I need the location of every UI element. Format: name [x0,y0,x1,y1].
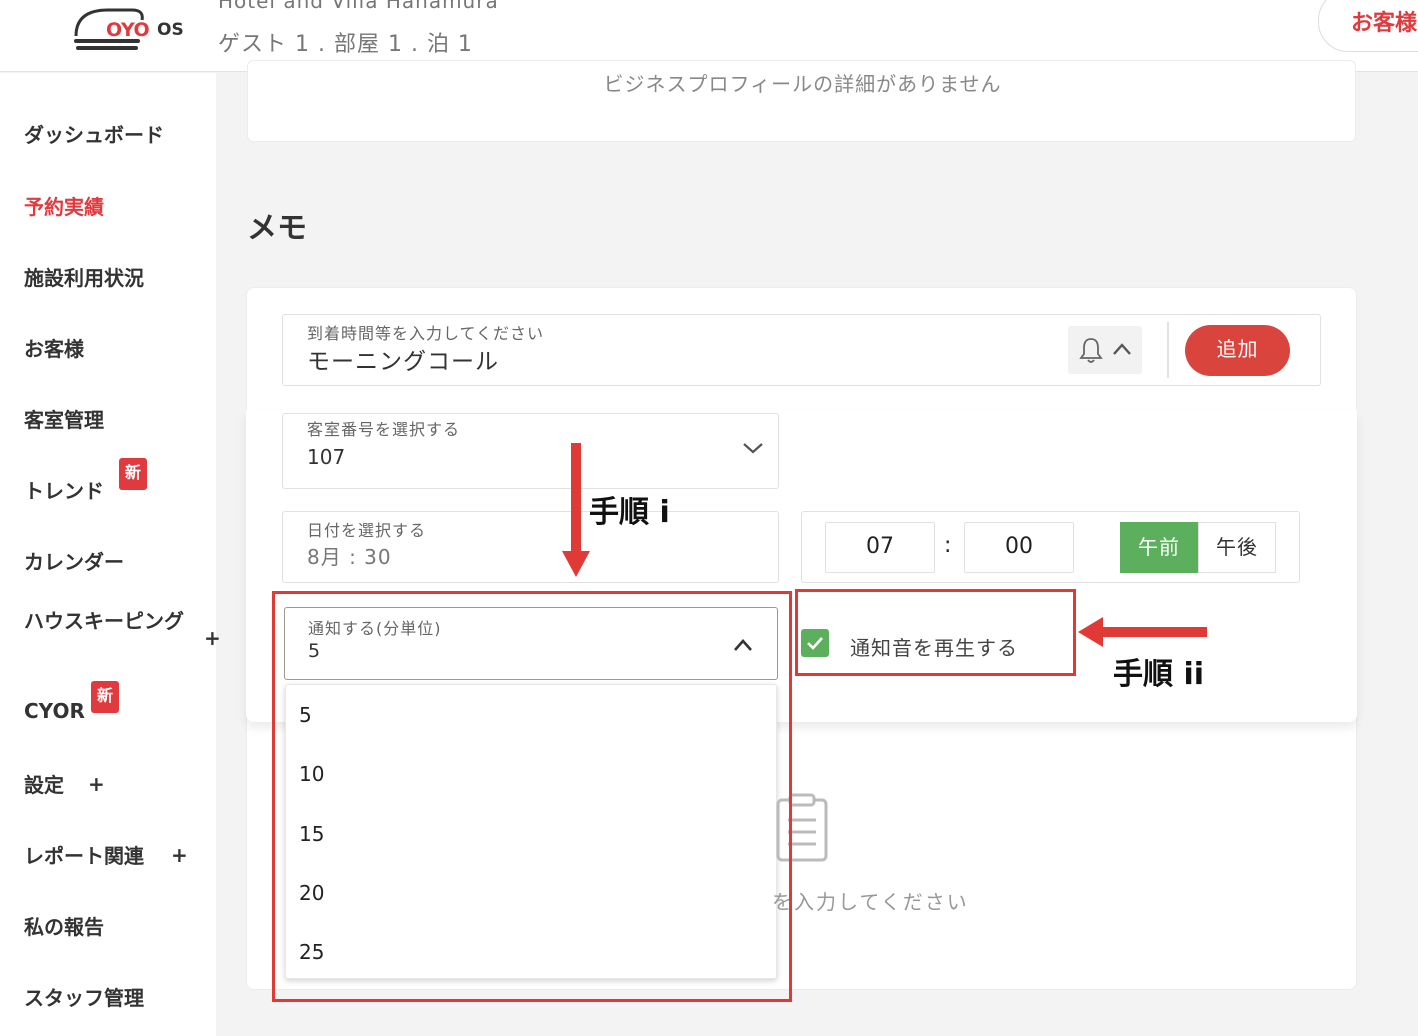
sidebar-item-my-report[interactable]: 私の報告 [24,911,104,940]
sidebar-item-cyor[interactable]: CYOR [24,699,85,723]
sidebar-item-reports[interactable]: レポート関連 [24,840,144,869]
date-select-label: 日付を選択する [307,521,427,540]
pm-toggle[interactable]: 午後 [1198,522,1276,573]
minute-input[interactable]: 00 [964,522,1074,573]
sidebar-item-housekeeping[interactable]: ハウスキーピング [24,606,184,637]
room-select[interactable]: 客室番号を選択する 107 [282,413,779,489]
date-select[interactable]: 日付を選択する 8月 : 30 [282,511,779,583]
memo-title: メモ [247,211,307,246]
oyo-os-logo[interactable]: OYO OS [72,6,192,54]
sidebar-item-rooms[interactable]: 客室管理 [24,404,104,433]
business-profile-card: ビジネスプロフィールの詳細がありません [247,60,1356,142]
sidebar-item-calendar[interactable]: カレンダー [24,546,124,575]
expand-reports-icon[interactable]: + [171,843,188,867]
memo-input[interactable]: 到着時間等を入力してください モーニングコール [282,314,1321,386]
sidebar-item-reservations[interactable]: 予約実績 [24,191,104,220]
memo-empty-text: を入力してください [772,890,969,914]
hotel-name: Hotel and Villa Hanamura [218,0,499,13]
new-badge: 新 [91,681,119,713]
bell-icon [1079,338,1103,363]
arrow-left-icon [1078,617,1207,647]
memo-input-value: モーニングコール [307,349,499,375]
sidebar-item-trends[interactable]: トレンド [24,475,104,504]
booking-summary: ゲスト 1 . 部屋 1 . 泊 1 [218,32,473,57]
new-badge: 新 [119,458,147,490]
chevron-down-icon[interactable] [741,440,765,456]
reminder-toggle[interactable] [1068,326,1142,374]
business-profile-empty-text: ビジネスプロフィールの詳細がありません [603,72,1002,96]
step2-highlight-box [795,589,1076,676]
room-select-value: 107 [307,445,346,469]
sidebar-item-dashboard[interactable]: ダッシュボード [24,119,164,148]
time-separator: : [944,533,952,558]
hour-input[interactable]: 07 [825,522,935,573]
logo-suffix-text: OS [157,20,184,40]
room-select-label: 客室番号を選択する [307,420,461,439]
step2-label: 手順 ii [1113,657,1205,692]
memo-input-label: 到着時間等を入力してください [307,324,545,343]
step1-highlight-box [272,591,792,1002]
divider [1167,322,1169,378]
chevron-up-icon [1113,343,1131,355]
sidebar-item-guests[interactable]: お客様 [24,333,84,362]
sidebar-item-settings[interactable]: 設定 [24,769,64,798]
guest-button[interactable]: お客様 [1318,0,1418,52]
logo-brand-text: OYO [106,19,150,41]
date-select-value: 8月 : 30 [307,545,392,569]
expand-settings-icon[interactable]: + [88,772,105,796]
step1-label: 手順 i [589,495,670,530]
expand-housekeeping-icon[interactable]: + [204,626,221,650]
add-memo-button[interactable]: 追加 [1185,325,1290,376]
sidebar-item-staff[interactable]: スタッフ管理 [24,982,144,1011]
sidebar-item-occupancy[interactable]: 施設利用状況 [24,262,144,291]
am-toggle[interactable]: 午前 [1120,522,1198,573]
